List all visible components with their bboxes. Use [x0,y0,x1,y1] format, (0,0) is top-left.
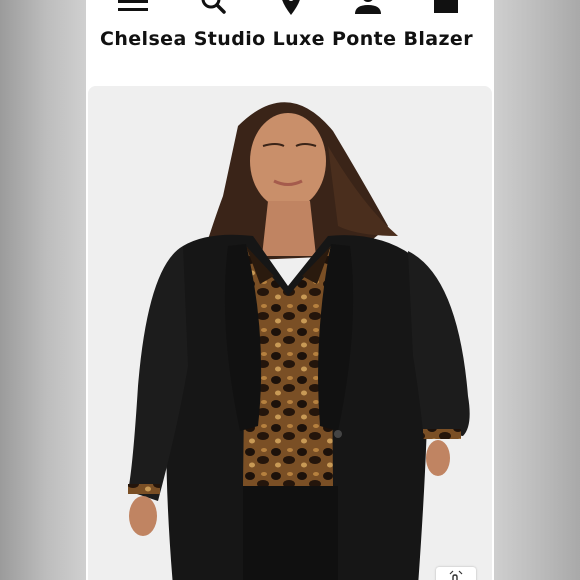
top-navigation [86,0,494,18]
mobile-page: Chelsea Studio Luxe Ponte Blazer [86,0,494,580]
account-icon[interactable] [351,0,385,18]
search-icon[interactable] [196,0,230,18]
menu-icon[interactable] [116,0,150,18]
zoom-icon [449,570,463,580]
bag-icon[interactable] [429,0,463,18]
zoom-button[interactable] [436,567,476,580]
product-image[interactable] [88,86,492,580]
location-pin-icon[interactable] [274,0,308,18]
product-title: Chelsea Studio Luxe Ponte Blazer [100,28,473,50]
model-photo [88,86,492,580]
